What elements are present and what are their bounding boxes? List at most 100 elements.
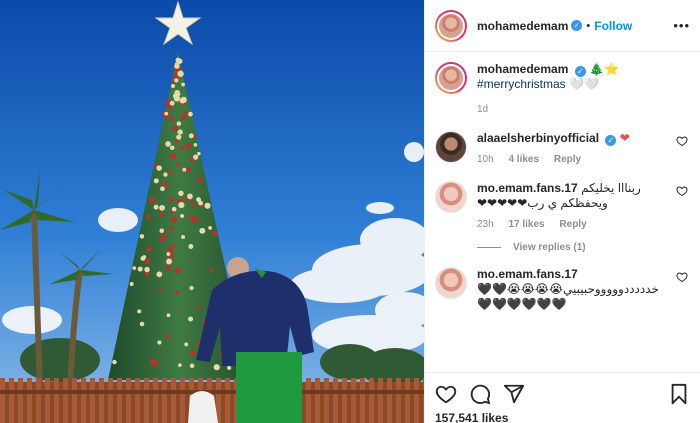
comment-item: alaaelsherbinyofficial ✓ ❤ 10h 4 likes R… [435,131,690,165]
caption-timestamp[interactable]: 1d [477,104,488,115]
post-side-panel: mohamedemam ✓ • Follow ••• mohamedemam ✓… [424,0,700,423]
tree-ornament [193,143,198,147]
tree-ornament [166,252,171,256]
reply-button[interactable]: Reply [554,154,581,165]
fence-picket [333,378,338,423]
view-replies-label: View replies (1) [513,242,586,253]
bookmark-icon[interactable] [668,383,690,405]
fence-picket [306,378,311,423]
likes-count[interactable]: 157,541 likes [435,411,690,423]
comment-username[interactable]: mo.emam.fans.17 [477,181,578,195]
tree-ornament [169,253,175,259]
fence-picket [63,378,68,423]
tree-ornament [174,267,181,274]
tree-ornament [169,145,175,151]
tree-ornament [177,70,184,77]
reply-button[interactable]: Reply [559,219,586,230]
tree-ornament [137,266,143,272]
fence-picket [72,378,77,423]
fence-picket [180,378,185,423]
tree-ornament [178,202,185,209]
tree-ornament [159,204,165,211]
comment-username[interactable]: mo.emam.fans.17 [477,267,578,281]
fence-picket [90,378,95,423]
tree-ornament [189,349,196,356]
tree-ornament [142,255,147,259]
follow-button[interactable]: Follow [594,19,632,33]
view-replies-button[interactable]: View replies (1) [477,242,690,253]
tree-ornament [198,200,204,206]
heart-icon[interactable] [676,185,688,197]
tree-ornament [171,125,178,132]
fence-picket [81,378,86,423]
caption-author-avatar[interactable] [435,62,467,94]
tree-ornament [181,234,186,239]
fence-picket [45,378,50,423]
tree-ornament [160,186,165,192]
heart-icon[interactable] [676,271,688,283]
commenter-avatar[interactable] [435,131,467,163]
tree-ornament [178,363,182,367]
tree-ornament [171,244,176,249]
author-avatar[interactable] [435,9,467,42]
tree-ornament [171,83,176,88]
author-username[interactable]: mohamedemam [477,19,568,33]
comment-username[interactable]: alaaelsherbinyofficial [477,131,599,145]
fence-picket [135,378,140,423]
tree-ornament [184,342,189,347]
tree-ornament [226,365,232,370]
tree-ornament [153,178,159,184]
comment-icon[interactable] [469,383,491,405]
tree-ornament [166,258,173,265]
caption-suffix: 🤍🤍 [569,77,599,91]
caption: mohamedemam ✓ 🎄⭐ #merrychristmas 🤍🤍 1d [435,62,690,115]
comment-likes[interactable]: 17 likes [508,219,544,230]
fence-picket [144,378,149,423]
tree-ornament [181,82,186,87]
tree-ornament [137,309,142,314]
tree-ornament [187,111,193,117]
fence-picket [126,378,131,423]
comment-timestamp[interactable]: 10h [477,154,494,165]
more-options-icon[interactable]: ••• [673,18,690,33]
instagram-post: mohamedemam ✓ • Follow ••• mohamedemam ✓… [0,0,700,423]
verified-badge-icon: ✓ [574,66,586,77]
tree-ornament [187,316,194,322]
tree-ornament [178,190,184,197]
comment-item: mo.emam.fans.17 خدددددوووووحبيبيي😭😭😭😭🖤🖤 … [435,267,690,312]
commenter-avatar[interactable] [435,267,467,299]
fence-picket [54,378,59,423]
tree-ornament [159,235,166,242]
tree-ornament [165,264,172,271]
caption-hashtag[interactable]: #merrychristmas [477,77,566,91]
fence-picket [396,378,401,423]
commenter-avatar[interactable] [435,181,467,213]
heart-icon[interactable] [676,135,688,147]
tree-ornament [112,359,117,365]
tree-ornament [139,234,145,239]
caption-username[interactable]: mohamedemam [477,62,568,76]
tree-ornament [159,228,165,233]
verified-badge-icon: ✓ [605,135,617,146]
share-icon[interactable] [503,383,525,405]
tree-ornament [213,364,220,371]
post-photo[interactable] [0,0,424,423]
tree-ornament [185,142,192,149]
tree-ornament [177,58,183,64]
tree-ornament [170,152,177,159]
tree-ornament [157,340,162,345]
tree-ornament [188,133,194,139]
tree-ornament [163,172,168,177]
fence-picket [378,378,383,423]
tree-ornament [169,100,175,106]
tree-ornament [139,321,145,327]
tree-ornament [153,204,159,210]
comment-timestamp[interactable]: 23h [477,219,494,230]
caption-emojis: 🎄⭐ [589,62,619,76]
tree-ornament [166,313,171,318]
fence-picket [351,378,356,423]
tree-ornament [204,202,211,209]
tree-ornament [187,193,193,200]
comment-likes[interactable]: 4 likes [508,154,539,165]
like-heart-icon[interactable] [435,383,457,405]
